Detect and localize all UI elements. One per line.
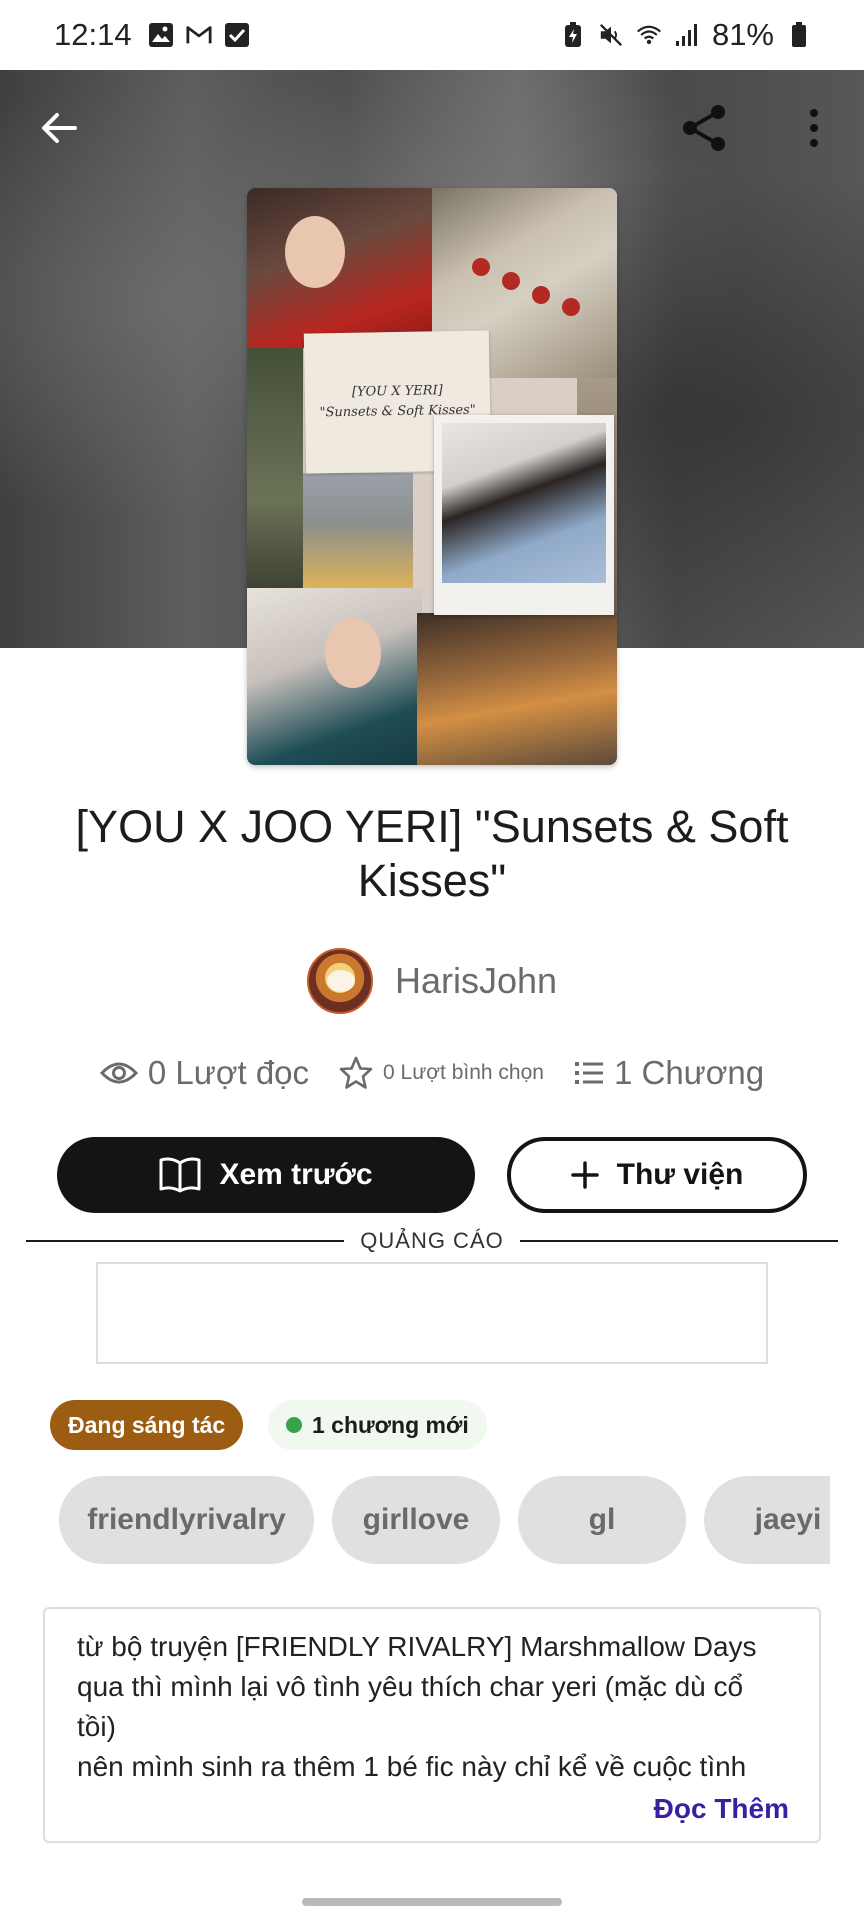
more-vertical-icon (810, 109, 818, 147)
new-chapters-badge: 1 chương mới (268, 1400, 487, 1450)
image-icon (148, 22, 174, 48)
divider-line (519, 1240, 838, 1242)
votes-stat: 0 Lượt bình chọn (339, 1056, 544, 1090)
divider-line (26, 1240, 345, 1242)
cover-photo-cafe (417, 613, 617, 765)
new-chapters-label: 1 chương mới (312, 1411, 469, 1438)
author-row[interactable]: HarisJohn (0, 948, 864, 1014)
wifi-icon (636, 22, 662, 48)
cover-face (325, 618, 381, 688)
plus-icon (570, 1161, 599, 1189)
tag-chip[interactable]: friendlyrivalry (59, 1476, 314, 1564)
tag-chip[interactable]: gl (518, 1476, 686, 1564)
list-icon (574, 1062, 603, 1084)
ad-divider: QUẢNG CÁO (26, 1226, 838, 1256)
arrow-left-icon (42, 113, 77, 143)
battery-icon (786, 22, 812, 48)
votes-count: 0 Lượt bình chọn (383, 1061, 544, 1084)
reads-stat: 0 Lượt đọc (99, 1054, 310, 1092)
tag-chip[interactable]: girllove (332, 1476, 500, 1564)
star-icon (339, 1056, 373, 1089)
preview-button[interactable]: Xem trước (57, 1137, 475, 1213)
story-title: [YOU X JOO YERI] "Sunsets & Soft Kisses" (75, 801, 789, 906)
preview-label: Xem trước (219, 1158, 373, 1191)
signal-icon (674, 22, 700, 48)
reads-count: 0 Lượt đọc (147, 1054, 310, 1091)
chapters-stat: 1 Chương (574, 1054, 764, 1092)
cover-note-line1: [YOU X YERI] (351, 383, 443, 400)
story-cover[interactable]: [YOU X YERI] "Sunsets & Soft Kisses" (247, 188, 617, 765)
tag-list: friendlyrivalry girllove gl jaeyi (59, 1476, 830, 1564)
ad-label: QUẢNG CÁO (360, 1228, 504, 1253)
eye-icon (99, 1062, 138, 1084)
more-options-button[interactable] (794, 100, 834, 156)
tag-chip[interactable]: jaeyi (704, 1476, 830, 1564)
home-indicator[interactable] (302, 1898, 562, 1906)
ad-slot[interactable] (96, 1262, 768, 1364)
cover-photo-trees (247, 348, 303, 598)
read-more-link[interactable]: Đọc Thêm (643, 1793, 789, 1825)
checkbox-icon (224, 22, 250, 48)
library-label: Thư viện (616, 1158, 744, 1191)
gmail-icon (186, 22, 212, 48)
cover-polaroid (434, 415, 614, 615)
status-right: 81% (560, 17, 812, 53)
mute-icon (598, 22, 624, 48)
description-text: từ bộ truyện [FRIENDLY RIVALRY] Marshmal… (77, 1631, 757, 1782)
story-stats: 0 Lượt đọc 0 Lượt bình chọn 1 Chương (0, 1048, 864, 1098)
status-left: 12:14 (54, 17, 250, 53)
add-to-library-button[interactable]: Thư viện (507, 1137, 807, 1213)
back-button[interactable] (36, 105, 82, 151)
avatar[interactable] (306, 948, 373, 1014)
battery-percent: 81% (711, 17, 774, 52)
cover-photo-blue-shirt (442, 423, 606, 583)
story-description: từ bộ truyện [FRIENDLY RIVALRY] Marshmal… (43, 1607, 821, 1843)
cover-face (285, 216, 345, 288)
status-time: 12:14 (54, 17, 132, 52)
share-icon (683, 105, 725, 151)
green-dot-icon (286, 1417, 302, 1433)
cover-photo-road (303, 473, 413, 598)
status-bar: 12:14 81% (0, 0, 864, 70)
book-open-icon (159, 1157, 201, 1193)
chapters-count: 1 Chương (613, 1054, 765, 1091)
status-badge: Đang sáng tác (50, 1400, 244, 1450)
battery-saver-icon (560, 22, 586, 48)
share-button[interactable] (676, 100, 732, 156)
author-name[interactable]: HarisJohn (395, 960, 557, 1002)
